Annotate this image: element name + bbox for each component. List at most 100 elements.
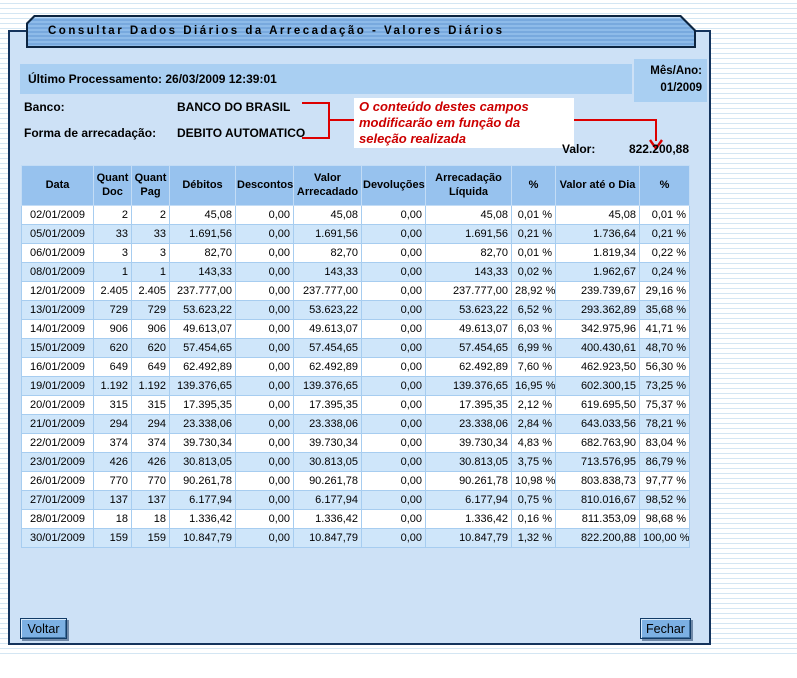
value-cell: 78,21 % bbox=[640, 415, 690, 434]
callout-arrow-vertical-line bbox=[655, 119, 657, 141]
table-row: 08/01/200911143,330,00143,330,00143,330,… bbox=[22, 263, 690, 282]
value-cell: 602.300,15 bbox=[556, 377, 640, 396]
value-cell: 237.777,00 bbox=[170, 282, 236, 301]
value-cell: 0,01 % bbox=[512, 244, 556, 263]
value-cell: 0,00 bbox=[362, 282, 426, 301]
date-cell: 28/01/2009 bbox=[22, 510, 94, 529]
value-cell: 7,60 % bbox=[512, 358, 556, 377]
callout-bracket-top-line bbox=[302, 102, 330, 104]
table-row: 28/01/200918181.336,420,001.336,420,001.… bbox=[22, 510, 690, 529]
month-year-label: Mês/Ano: bbox=[634, 63, 702, 80]
value-cell: 0,00 bbox=[362, 244, 426, 263]
value-cell: 53.623,22 bbox=[426, 301, 512, 320]
value-cell: 462.923,50 bbox=[556, 358, 640, 377]
date-cell: 12/01/2009 bbox=[22, 282, 94, 301]
column-header: Débitos bbox=[170, 166, 236, 206]
value-cell: 98,68 % bbox=[640, 510, 690, 529]
table-row: 22/01/200937437439.730,340,0039.730,340,… bbox=[22, 434, 690, 453]
date-cell: 23/01/2009 bbox=[22, 453, 94, 472]
value-cell: 137 bbox=[94, 491, 132, 510]
value-cell: 1.962,67 bbox=[556, 263, 640, 282]
value-cell: 0,01 % bbox=[512, 206, 556, 225]
value-cell: 2,12 % bbox=[512, 396, 556, 415]
voltar-button[interactable]: Voltar bbox=[20, 618, 67, 639]
value-cell: 0,00 bbox=[362, 377, 426, 396]
value-cell: 293.362,89 bbox=[556, 301, 640, 320]
annotation-text: O conteúdo destes campos modificarão em … bbox=[359, 99, 529, 146]
value-cell: 49.613,07 bbox=[426, 320, 512, 339]
value-cell: 294 bbox=[132, 415, 170, 434]
value-cell: 620 bbox=[132, 339, 170, 358]
value-cell: 294 bbox=[94, 415, 132, 434]
value-cell: 18 bbox=[132, 510, 170, 529]
value-cell: 33 bbox=[132, 225, 170, 244]
value-cell: 0,00 bbox=[236, 472, 294, 491]
value-cell: 0,00 bbox=[362, 472, 426, 491]
value-cell: 143,33 bbox=[170, 263, 236, 282]
value-cell: 28,92 % bbox=[512, 282, 556, 301]
value-cell: 1.336,42 bbox=[170, 510, 236, 529]
value-cell: 810.016,67 bbox=[556, 491, 640, 510]
value-cell: 57.454,65 bbox=[426, 339, 512, 358]
value-cell: 0,00 bbox=[362, 529, 426, 548]
value-cell: 90.261,78 bbox=[426, 472, 512, 491]
value-cell: 682.763,90 bbox=[556, 434, 640, 453]
table-row: 30/01/200915915910.847,790,0010.847,790,… bbox=[22, 529, 690, 548]
value-cell: 45,08 bbox=[426, 206, 512, 225]
value-cell: 649 bbox=[132, 358, 170, 377]
value-cell: 2 bbox=[132, 206, 170, 225]
callout-bracket-middle-line bbox=[330, 119, 354, 121]
value-cell: 10.847,79 bbox=[426, 529, 512, 548]
value-cell: 0,75 % bbox=[512, 491, 556, 510]
window-title-bar-face: Consultar Dados Diários da Arrecadação -… bbox=[28, 17, 694, 46]
value-cell: 17.395,35 bbox=[294, 396, 362, 415]
value-cell: 811.353,09 bbox=[556, 510, 640, 529]
value-cell: 1.691,56 bbox=[170, 225, 236, 244]
value-cell: 100,00 % bbox=[640, 529, 690, 548]
value-cell: 57.454,65 bbox=[294, 339, 362, 358]
value-cell: 0,22 % bbox=[640, 244, 690, 263]
column-header: Arrecadação Líquida bbox=[426, 166, 512, 206]
value-cell: 374 bbox=[94, 434, 132, 453]
value-cell: 0,00 bbox=[236, 491, 294, 510]
column-header: Descontos bbox=[236, 166, 294, 206]
table-row: 14/01/200990690649.613,070,0049.613,070,… bbox=[22, 320, 690, 339]
value-cell: 1 bbox=[94, 263, 132, 282]
value-cell: 0,00 bbox=[236, 225, 294, 244]
value-cell: 0,00 bbox=[362, 358, 426, 377]
value-cell: 62.492,89 bbox=[426, 358, 512, 377]
value-cell: 1.736,64 bbox=[556, 225, 640, 244]
column-header: Quant Doc bbox=[94, 166, 132, 206]
fechar-button[interactable]: Fechar bbox=[640, 618, 691, 639]
value-cell: 56,30 % bbox=[640, 358, 690, 377]
table-header: DataQuant DocQuant PagDébitosDescontosVa… bbox=[22, 166, 690, 206]
column-header: % bbox=[512, 166, 556, 206]
value-cell: 82,70 bbox=[170, 244, 236, 263]
value-cell: 0,01 % bbox=[640, 206, 690, 225]
value-cell: 57.454,65 bbox=[170, 339, 236, 358]
value-cell: 315 bbox=[94, 396, 132, 415]
value-cell: 82,70 bbox=[294, 244, 362, 263]
table-row: 15/01/200962062057.454,650,0057.454,650,… bbox=[22, 339, 690, 358]
value-cell: 23.338,06 bbox=[426, 415, 512, 434]
value-cell: 6.177,94 bbox=[426, 491, 512, 510]
date-cell: 08/01/2009 bbox=[22, 263, 94, 282]
table-row: 12/01/20092.4052.405237.777,000,00237.77… bbox=[22, 282, 690, 301]
value-cell: 2.405 bbox=[132, 282, 170, 301]
value-cell: 159 bbox=[94, 529, 132, 548]
value-cell: 0,00 bbox=[362, 415, 426, 434]
table-row: 23/01/200942642630.813,050,0030.813,050,… bbox=[22, 453, 690, 472]
value-cell: 1,32 % bbox=[512, 529, 556, 548]
table-row: 21/01/200929429423.338,060,0023.338,060,… bbox=[22, 415, 690, 434]
value-cell: 906 bbox=[132, 320, 170, 339]
value-cell: 0,00 bbox=[236, 320, 294, 339]
value-cell: 0,16 % bbox=[512, 510, 556, 529]
bank-label: Banco: bbox=[24, 100, 65, 114]
value-cell: 6.177,94 bbox=[294, 491, 362, 510]
value-cell: 53.623,22 bbox=[170, 301, 236, 320]
table-row: 02/01/20092245,080,0045,080,0045,080,01 … bbox=[22, 206, 690, 225]
value-cell: 82,70 bbox=[426, 244, 512, 263]
value-cell: 139.376,65 bbox=[170, 377, 236, 396]
table-row: 13/01/200972972953.623,220,0053.623,220,… bbox=[22, 301, 690, 320]
value-cell: 159 bbox=[132, 529, 170, 548]
